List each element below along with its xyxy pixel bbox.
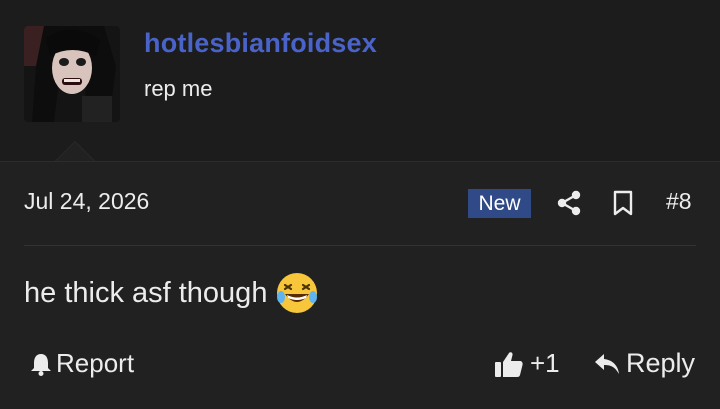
post-message: he thick asf though xyxy=(24,272,318,314)
rolling-on-floor-laughing-emoji xyxy=(277,273,318,313)
post-number[interactable]: #8 xyxy=(666,188,692,215)
report-label: Report xyxy=(56,348,135,378)
reply-arrow-icon xyxy=(595,353,619,374)
thumbs-up-icon xyxy=(495,351,523,377)
like-count: +1 xyxy=(530,348,560,378)
post-header: hotlesbianfoidsex rep me xyxy=(0,0,720,161)
username[interactable]: hotlesbianfoidsex xyxy=(144,28,377,59)
reply-button[interactable]: Reply xyxy=(594,348,695,379)
new-badge: New xyxy=(468,189,531,218)
avatar[interactable] xyxy=(24,26,120,122)
divider xyxy=(0,161,720,162)
share-icon[interactable] xyxy=(557,190,581,216)
reply-label: Reply xyxy=(626,348,696,378)
report-button[interactable]: Report xyxy=(30,348,134,379)
pointer-arrow xyxy=(56,142,94,161)
like-button[interactable]: +1 xyxy=(494,348,560,379)
post-date[interactable]: Jul 24, 2026 xyxy=(24,188,149,215)
divider xyxy=(24,245,696,246)
bell-icon xyxy=(31,353,51,376)
user-title: rep me xyxy=(144,76,213,101)
message-text: he thick asf though xyxy=(24,276,268,309)
bookmark-icon[interactable] xyxy=(612,190,634,216)
